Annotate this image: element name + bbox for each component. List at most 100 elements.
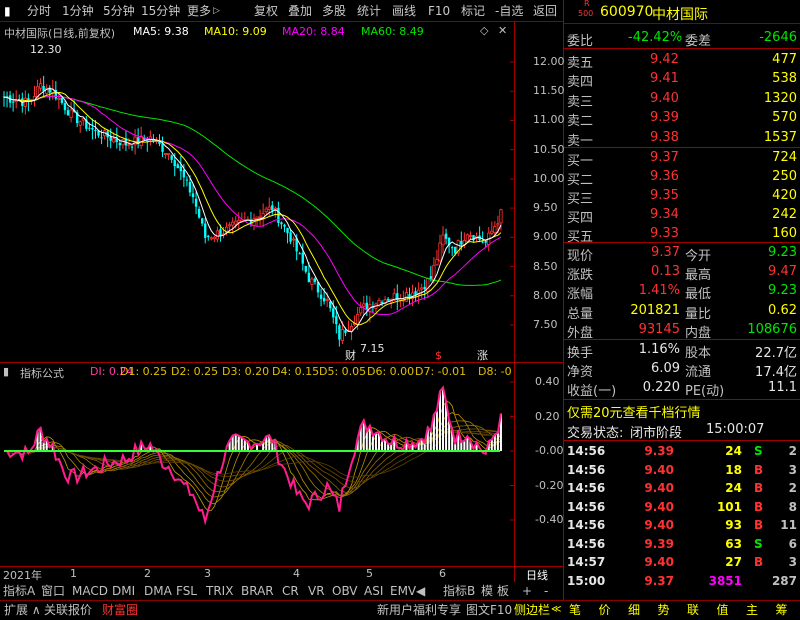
multi-stock-button[interactable]: 多股 — [322, 3, 346, 19]
ask-volume: 1320 — [763, 90, 797, 106]
mark-button[interactable]: 标记 — [461, 3, 485, 19]
indicator-bar — [243, 439, 246, 451]
tab-emv[interactable]: EMV — [390, 583, 416, 599]
tab-asi[interactable]: ASI — [364, 583, 383, 599]
stat-row: 外盘 93145 内盘 108676 — [564, 320, 800, 341]
indicator-bar — [429, 431, 432, 451]
more-arrow-icon[interactable]: ▷ — [213, 3, 220, 19]
tab-15min[interactable]: 15分钟 — [141, 3, 180, 19]
sidebar-button[interactable]: 侧边栏 — [514, 602, 550, 618]
back-button[interactable]: 返回 — [533, 3, 557, 19]
quote-tab[interactable]: 联 — [687, 602, 699, 618]
quote-tab[interactable]: 价 — [599, 602, 611, 618]
quote-tab[interactable]: 值 — [717, 602, 729, 618]
chart-f10-button[interactable]: 图文F10 — [466, 602, 512, 618]
tab-more[interactable]: 更多 — [187, 3, 211, 19]
candle-body — [460, 240, 463, 245]
scroll-left-icon[interactable]: ◀ — [416, 583, 425, 599]
indicator-bar — [463, 440, 466, 451]
candle-body — [429, 276, 433, 279]
price-tick-label: 8.00 — [533, 288, 558, 302]
self-select-button[interactable]: -自选 — [495, 3, 523, 19]
stat-label: 总量 — [567, 306, 594, 322]
candle-body — [329, 301, 332, 309]
tab-vr[interactable]: VR — [308, 583, 325, 599]
period-label[interactable]: 日线 — [526, 567, 548, 583]
tick-row: 14:56 9.40 93 B 11 — [564, 516, 800, 536]
indicator-name[interactable]: 指标公式 — [20, 365, 64, 381]
limit-up-marker[interactable]: 涨 — [477, 349, 488, 362]
tab-1min[interactable]: 1分钟 — [62, 3, 94, 19]
tab-dmi[interactable]: DMI — [112, 583, 135, 599]
quote-tab[interactable]: 主 — [746, 602, 758, 618]
quote-tab[interactable]: 筹 — [776, 602, 788, 618]
tick-row: 14:56 9.39 63 S 6 — [564, 535, 800, 555]
indicator-value: D2: 0.25 — [171, 365, 219, 378]
tab-dma[interactable]: DMA — [144, 583, 172, 599]
candle-body — [481, 241, 484, 243]
candle-body — [493, 226, 497, 234]
wealth-circle-tab[interactable]: 财富圈 — [102, 602, 138, 618]
candle-body — [212, 236, 216, 240]
indicator-toggle-icon[interactable]: ▮ — [3, 365, 9, 378]
remove-indicator-button[interactable]: - — [544, 583, 548, 599]
earnings-marker[interactable]: 财 — [345, 348, 356, 362]
indicator-tabs: 指标A 窗口 MACD DMI DMA FSL TRIX BRAR CR VR … — [0, 582, 563, 600]
ma60-label: MA60: 8.49 — [361, 25, 424, 38]
tab-5min[interactable]: 5分钟 — [103, 3, 135, 19]
tab-window[interactable]: 窗口 — [41, 583, 65, 599]
tab-brar[interactable]: BRAR — [241, 583, 274, 599]
expand-button[interactable]: 扩展 ∧ — [4, 602, 41, 618]
draw-line-button[interactable]: 画线 — [392, 3, 416, 19]
new-user-promo[interactable]: 新用户福利专享 — [377, 602, 461, 618]
indicator-chart[interactable] — [0, 380, 514, 566]
quote-tab[interactable]: 细 — [628, 602, 640, 618]
candle-body — [304, 265, 308, 272]
ask-row: 卖三 9.40 1320 — [564, 89, 800, 110]
indicator-bar — [365, 431, 368, 451]
candle-body — [298, 253, 301, 255]
expand-icon[interactable]: ▮ — [4, 3, 11, 19]
stat-row: 现价 9.37 今开 9.23 — [564, 243, 800, 264]
tick-side: S — [754, 444, 763, 458]
f10-button[interactable]: F10 — [428, 3, 450, 19]
add-indicator-button[interactable]: + — [522, 583, 532, 599]
collapse-icon[interactable]: ≪ — [551, 602, 561, 618]
ask-volume: 570 — [772, 110, 797, 126]
candle-body — [340, 329, 345, 341]
candlestick-chart[interactable]: 12.30 7.15 财 $ 涨 — [0, 41, 514, 362]
bid-price: 9.33 — [650, 226, 679, 241]
tab-trix[interactable]: TRIX — [206, 583, 233, 599]
divider — [564, 48, 800, 49]
quote-tab[interactable]: 势 — [658, 602, 670, 618]
tab-indicator-b[interactable]: 指标B — [443, 583, 475, 599]
candle-body — [69, 109, 73, 118]
tab-timeshare[interactable]: 分时 — [27, 3, 51, 19]
quote-tab[interactable]: 笔 — [569, 602, 581, 618]
candle-body — [60, 98, 64, 104]
tab-macd[interactable]: MACD — [72, 583, 108, 599]
tab-cr[interactable]: CR — [282, 583, 299, 599]
bid-volume: 420 — [772, 188, 797, 203]
dividend-marker[interactable]: $ — [435, 349, 442, 362]
stock-code: 600970 — [600, 4, 654, 20]
close-icon[interactable]: ✕ — [498, 24, 507, 37]
promo-link[interactable]: 仅需20元查看千档行情 — [567, 402, 701, 421]
candle-body — [121, 139, 125, 146]
related-quote-tab[interactable]: 关联报价 — [44, 602, 92, 618]
indicator-bar — [374, 432, 377, 451]
promo-row[interactable]: 仅需20元查看千档行情 — [564, 400, 800, 421]
stock-header: R 500 600970 中材国际 — [564, 0, 800, 24]
tab-board[interactable]: 板 — [497, 583, 509, 599]
indicator-bar — [390, 443, 393, 451]
bid-row: 买二 9.36 250 — [564, 167, 800, 188]
stats-button[interactable]: 统计 — [357, 3, 381, 19]
restore-rights-button[interactable]: 复权 — [254, 3, 278, 19]
tab-fsl[interactable]: FSL — [176, 583, 197, 599]
tick-price: 9.40 — [644, 518, 674, 532]
tab-obv[interactable]: OBV — [332, 583, 358, 599]
overlay-button[interactable]: 叠加 — [288, 3, 312, 19]
tab-template[interactable]: 模 — [481, 583, 493, 599]
diamond-icon[interactable]: ◇ — [480, 24, 488, 37]
tab-indicator-a[interactable]: 指标A — [3, 583, 35, 599]
